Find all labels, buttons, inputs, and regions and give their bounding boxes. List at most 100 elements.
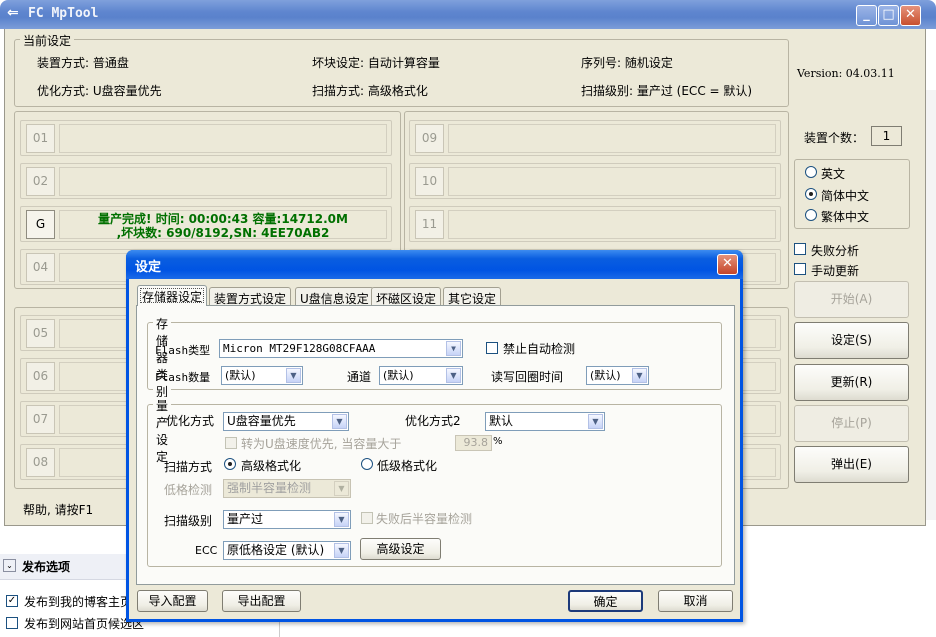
- opt2-select[interactable]: 默认 ▼: [485, 412, 605, 431]
- serial-text: 序列号: 随机设定: [581, 56, 673, 70]
- scan-low-label: 低级格式化: [377, 459, 438, 473]
- disable-auto-detect-checkbox[interactable]: [486, 342, 498, 354]
- opt-label: 优化方式: [166, 414, 215, 428]
- fail-analysis-checkbox[interactable]: [794, 243, 806, 255]
- slot-number[interactable]: 09: [415, 124, 444, 153]
- scan-low-radio[interactable]: [361, 458, 373, 470]
- scan-level-text: 扫描级别: 量产过 (ECC = 默认): [581, 84, 753, 98]
- export-config-button[interactable]: 导出配置: [222, 590, 301, 612]
- main-titlebar: ⇐ FC MpTool _ □ ✕: [0, 0, 936, 29]
- close-button[interactable]: ✕: [900, 5, 921, 26]
- tab-storage[interactable]: 存储器设定: [137, 285, 208, 306]
- slot-number[interactable]: 11: [415, 210, 444, 239]
- maximize-button[interactable]: □: [878, 5, 899, 26]
- opt-select[interactable]: U盘容量优先 ▼: [223, 412, 349, 431]
- slot-number[interactable]: 07: [26, 405, 55, 434]
- dropdown-arrow-icon: ▼: [334, 543, 349, 558]
- lang-english-label: 英文: [821, 167, 846, 181]
- speed-pref-checkbox[interactable]: [225, 437, 237, 449]
- speed-pref-field[interactable]: 93.8: [455, 435, 492, 451]
- import-config-button[interactable]: 导入配置: [137, 590, 208, 612]
- opt-value: U盘容量优先: [227, 414, 296, 428]
- scan-high-radio[interactable]: [224, 458, 236, 470]
- slot-10: 10: [409, 163, 781, 199]
- status-line-2: ,坏块数: 690/8192,SN: 4EE70AB2: [116, 226, 330, 240]
- dialog-close-button[interactable]: ✕: [717, 254, 738, 275]
- scan-level-value: 量产过: [227, 512, 264, 526]
- fail-analysis-label: 失败分析: [811, 244, 860, 258]
- lang-simplified-label: 简体中文: [821, 189, 870, 203]
- advanced-button[interactable]: 高级设定: [360, 538, 441, 560]
- percent-label: %: [493, 436, 503, 447]
- scan-label: 扫描方式: [164, 460, 213, 474]
- tab-bad-sector[interactable]: 坏磁区设定: [371, 287, 442, 306]
- slot-11: 11: [409, 206, 781, 242]
- slot-status: [448, 124, 776, 153]
- opt2-value: 默认: [489, 414, 514, 428]
- slot-status: 量产完成! 时间: 00:00:43 容量:14712.0M ,坏块数: 690/…: [59, 210, 387, 240]
- slot-status: [59, 167, 387, 196]
- update-button[interactable]: 更新(R): [794, 364, 909, 401]
- channel-select[interactable]: (默认) ▼: [379, 366, 463, 385]
- flash-count-select[interactable]: (默认) ▼: [221, 366, 303, 385]
- manual-update-checkbox[interactable]: [794, 263, 806, 275]
- eject-button[interactable]: 弹出(E): [794, 446, 909, 483]
- scan-level-select[interactable]: 量产过 ▼: [223, 510, 351, 529]
- tab-udisk-info[interactable]: U盘信息设定: [295, 287, 374, 306]
- flash-type-label: Flash类型: [155, 344, 211, 357]
- help-text: 帮助, 请按F1: [23, 503, 94, 517]
- ecc-select[interactable]: 原低格设定 (默认) ▼: [223, 541, 351, 560]
- cancel-button[interactable]: 取消: [658, 590, 733, 612]
- current-settings-label: 当前设定: [20, 32, 75, 49]
- bad-block-text: 坏块设定: 自动计算容量: [312, 56, 440, 70]
- slot-number[interactable]: G: [26, 210, 55, 239]
- status-line-1: 量产完成! 时间: 00:00:43 容量:14712.0M: [98, 212, 348, 226]
- scan-text: 扫描方式: 高级格式化: [312, 84, 428, 98]
- lang-simplified-radio[interactable]: [805, 188, 817, 200]
- slot-number[interactable]: 05: [26, 319, 55, 348]
- minimize-button[interactable]: _: [856, 5, 877, 26]
- slot-09: 09: [409, 120, 781, 156]
- slot-01: 01: [20, 120, 392, 156]
- collapse-icon[interactable]: ⌄: [3, 559, 16, 572]
- channel-value: (默认): [383, 369, 414, 382]
- production-group-label: 量产设定: [153, 397, 172, 465]
- device-count-label: 装置个数：: [804, 131, 865, 145]
- start-button[interactable]: 开始(A): [794, 281, 909, 318]
- dropdown-arrow-icon: ▼: [286, 368, 301, 383]
- tab-device-mode[interactable]: 装置方式设定: [209, 287, 292, 306]
- slot-number[interactable]: 08: [26, 448, 55, 477]
- fail-half-checkbox[interactable]: [361, 512, 373, 524]
- scan-high-label: 高级格式化: [241, 459, 302, 473]
- lang-english-radio[interactable]: [805, 166, 817, 178]
- dropdown-arrow-icon: ▼: [632, 368, 647, 383]
- slot-number[interactable]: 06: [26, 362, 55, 391]
- publish-blog-checkbox[interactable]: ✓: [6, 595, 18, 607]
- dialog-titlebar: 设定 ✕: [126, 250, 743, 279]
- scan-level-label: 扫描级别: [164, 514, 213, 528]
- channel-label: 通道: [347, 370, 372, 384]
- dropdown-arrow-icon: ▼: [446, 368, 461, 383]
- slot-number[interactable]: 10: [415, 167, 444, 196]
- slot-number[interactable]: 02: [26, 167, 55, 196]
- low-check-select[interactable]: 强制半容量检测 ▼: [223, 479, 351, 498]
- settings-button[interactable]: 设定(S): [794, 322, 909, 359]
- device-count-field[interactable]: 1: [871, 126, 902, 146]
- slot-number[interactable]: 01: [26, 124, 55, 153]
- flash-type-select[interactable]: Micron MT29F128G08CFAAA ▼: [219, 339, 463, 358]
- slot-03-active: G 量产完成! 时间: 00:00:43 容量:14712.0M ,坏块数: 690…: [20, 206, 392, 242]
- slot-number[interactable]: 04: [26, 253, 55, 282]
- slot-02: 02: [20, 163, 392, 199]
- opt2-label: 优化方式2: [405, 414, 461, 428]
- slot-status: [448, 167, 776, 196]
- lang-traditional-radio[interactable]: [805, 209, 817, 221]
- dropdown-arrow-icon: ▼: [332, 414, 347, 429]
- ecc-value: 原低格设定 (默认): [227, 543, 325, 557]
- tab-other[interactable]: 其它设定: [443, 287, 502, 306]
- readback-select[interactable]: (默认) ▼: [586, 366, 649, 385]
- publish-site-checkbox[interactable]: [6, 617, 18, 629]
- ok-button[interactable]: 确定: [568, 590, 643, 612]
- ecc-label: ECC: [195, 544, 218, 557]
- disable-auto-detect-label: 禁止自动检测: [503, 342, 576, 356]
- stop-button[interactable]: 停止(P): [794, 405, 909, 442]
